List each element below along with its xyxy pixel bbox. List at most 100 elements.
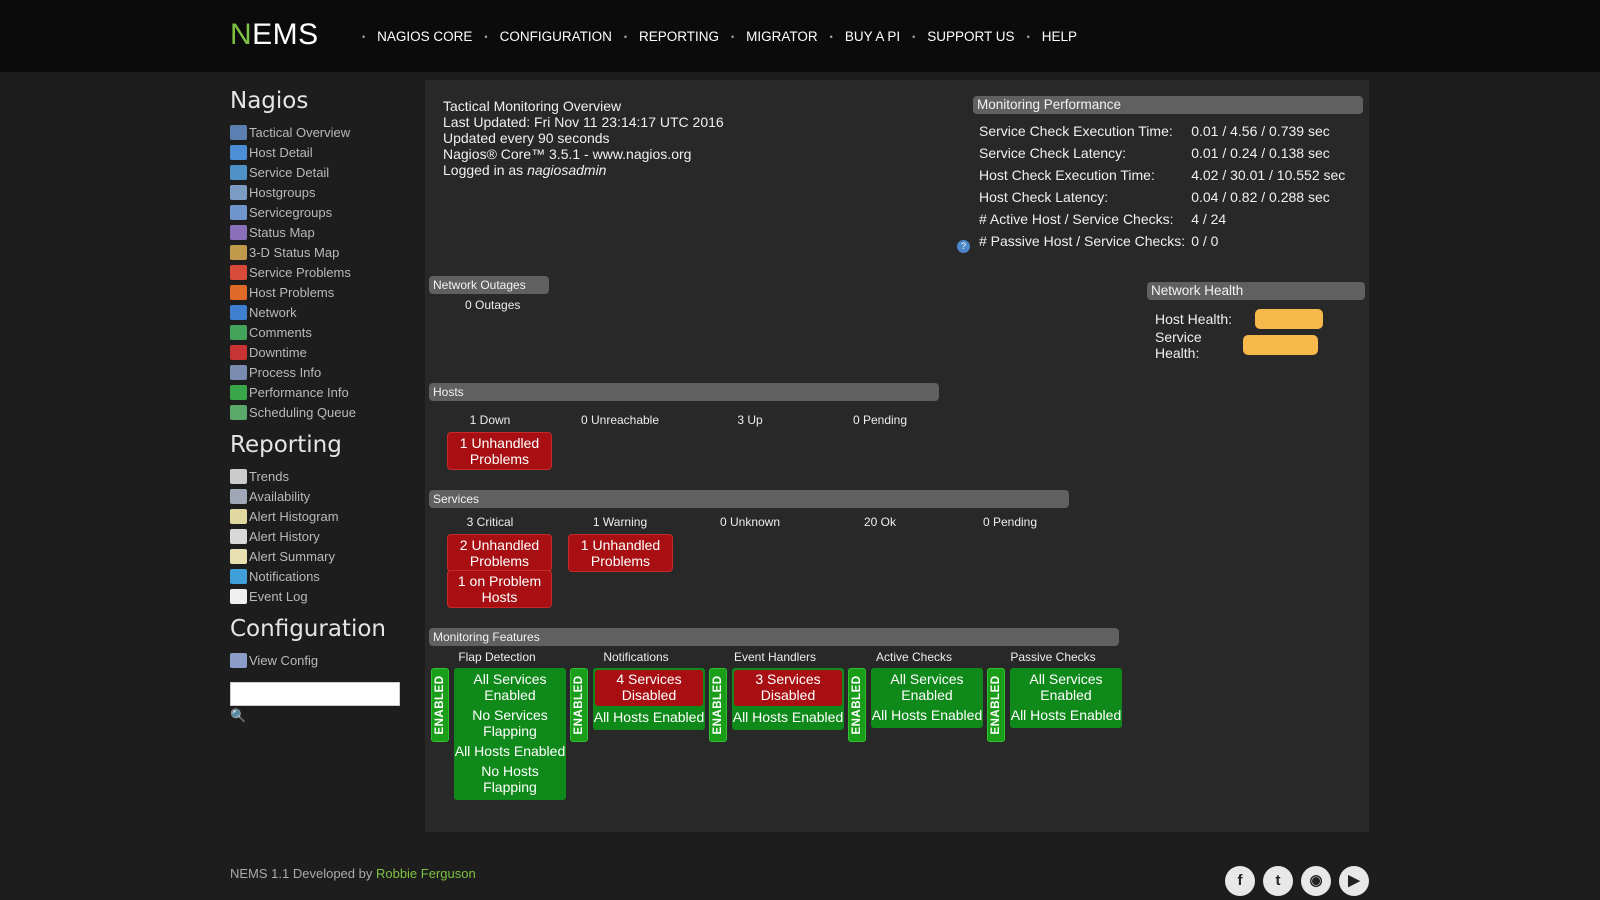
sidebar-item-network[interactable]: Network	[230, 302, 410, 322]
service-stat[interactable]: 1 Warning	[555, 515, 685, 529]
search-icon[interactable]: 🔍	[230, 708, 410, 724]
sidebar-item-label: Availability	[249, 488, 311, 504]
enabled-label: ENABLED	[712, 675, 724, 735]
sidebar-item-comments[interactable]: Comments	[230, 322, 410, 342]
footer-text: NEMS 1.1 Developed by	[230, 866, 376, 881]
feature-status-item[interactable]: All Hosts Enabled	[732, 708, 844, 728]
nav-configuration[interactable]: CONFIGURATION	[500, 29, 612, 44]
sidebar-item-host-detail[interactable]: Host Detail	[230, 142, 410, 162]
service-stat[interactable]: 0 Unknown	[685, 515, 815, 529]
sidebar-item-alert-summary[interactable]: Alert Summary	[230, 546, 410, 566]
hosts-header: Hosts	[429, 383, 939, 401]
performance-label: Service Check Execution Time:	[979, 123, 1173, 139]
sidebar-item-scheduling-queue[interactable]: Scheduling Queue	[230, 402, 410, 422]
sidebar-item-notifications[interactable]: Notifications	[230, 566, 410, 586]
sidebar-item-alert-histogram[interactable]: Alert Histogram	[230, 506, 410, 526]
sidebar-item-service-detail[interactable]: Service Detail	[230, 162, 410, 182]
feature-status-item[interactable]: All Hosts Enabled	[1010, 706, 1122, 726]
feature-title-event-handlers: Event Handlers	[733, 650, 817, 664]
feature-status-item[interactable]: All Services Enabled	[871, 670, 983, 706]
feature-title-passive-checks: Passive Checks	[1010, 650, 1096, 664]
feature-status-item[interactable]: 3 Services Disabled	[734, 670, 842, 706]
sidebar-item-service-problems[interactable]: Service Problems	[230, 262, 410, 282]
feature-enabled-toggle[interactable]: ENABLED	[709, 668, 727, 742]
service-stat[interactable]: 0 Pending	[945, 515, 1075, 529]
feature-status-item[interactable]: All Hosts Enabled	[871, 706, 983, 726]
sidebar-item-servicegroups[interactable]: Servicegroups	[230, 202, 410, 222]
host-unhandled-problems[interactable]: 1 Unhandled Problems	[447, 432, 552, 470]
sidebar-item-availability[interactable]: Availability	[230, 486, 410, 506]
critical-on-problem-hosts[interactable]: 1 on Problem Hosts	[447, 570, 552, 608]
performance-icon	[230, 384, 247, 400]
enabled-label: ENABLED	[434, 675, 446, 735]
sidebar-item-tactical-overview[interactable]: Tactical Overview	[230, 122, 410, 142]
sidebar-item-alert-history[interactable]: Alert History	[230, 526, 410, 546]
sidebar-item-host-problems[interactable]: Host Problems	[230, 282, 410, 302]
twitter-icon[interactable]: t	[1263, 866, 1293, 896]
nav-nagios-core[interactable]: NAGIOS CORE	[377, 29, 472, 44]
rss-icon[interactable]: ◉	[1301, 866, 1331, 896]
host-stat[interactable]: 3 Up	[685, 413, 815, 427]
sidebar-item-downtime[interactable]: Downtime	[230, 342, 410, 362]
map-icon	[230, 224, 247, 240]
nav-migrator[interactable]: MIGRATOR	[746, 29, 818, 44]
sidebar-item-status-map[interactable]: Status Map	[230, 222, 410, 242]
sidebar-item-3-d-status-map[interactable]: 3-D Status Map	[230, 242, 410, 262]
reporting-menu: Trends Availability Alert Histogram Alert H…	[230, 466, 410, 606]
feature-status-box: All Services Enabled No Services Flapping…	[454, 668, 566, 800]
nems-logo[interactable]: NEMS	[230, 18, 319, 52]
feature-status-item[interactable]: All Services Enabled	[454, 670, 566, 706]
sidebar-item-process-info[interactable]: Process Info	[230, 362, 410, 382]
config-icon	[230, 652, 247, 668]
feature-enabled-toggle[interactable]: ENABLED	[987, 668, 1005, 742]
help-icon[interactable]: ?	[957, 240, 970, 253]
update-interval: Updated every 90 seconds	[443, 130, 610, 146]
nagios-menu: Tactical Overview Host Detail Service Deta…	[230, 122, 410, 422]
sidebar-item-label: Alert Histogram	[249, 508, 339, 524]
service-health-bar[interactable]	[1243, 335, 1318, 355]
performance-row: # Active Host / Service Checks: 4 / 24	[979, 208, 1351, 230]
host-stat[interactable]: 0 Pending	[815, 413, 945, 427]
host-stat[interactable]: 1 Down	[425, 413, 555, 427]
performance-row: Host Check Latency: 0.04 / 0.82 / 0.288 s…	[979, 186, 1351, 208]
outages-count[interactable]: 0 Outages	[465, 298, 520, 312]
network-health-header: Network Health	[1147, 282, 1365, 300]
feature-status-item[interactable]: No Hosts Flapping	[454, 762, 566, 798]
sidebar-item-performance-info[interactable]: Performance Info	[230, 382, 410, 402]
sidebar-item-label: Process Info	[249, 364, 322, 380]
feature-status-item[interactable]: All Hosts Enabled	[593, 708, 705, 728]
feature-enabled-toggle[interactable]: ENABLED	[431, 668, 449, 742]
nav-reporting[interactable]: REPORTING	[639, 29, 719, 44]
sidebar-item-hostgroups[interactable]: Hostgroups	[230, 182, 410, 202]
sidebar-item-trends[interactable]: Trends	[230, 466, 410, 486]
summary-icon	[230, 548, 247, 564]
search-input[interactable]	[230, 682, 400, 706]
sidebar-item-label: Downtime	[249, 344, 307, 360]
host-health-bar[interactable]	[1255, 309, 1323, 329]
top-navigation: • NAGIOS CORE • CONFIGURATION • REPORTING • MIG…	[350, 29, 1077, 44]
sidebar-item-event-log[interactable]: Event Log	[230, 586, 410, 606]
feature-status-item[interactable]: All Hosts Enabled	[454, 742, 566, 762]
author-link[interactable]: Robbie Ferguson	[376, 866, 476, 881]
facebook-icon[interactable]: f	[1225, 866, 1255, 896]
sidebar-item-view-config[interactable]: View Config	[230, 650, 410, 670]
nav-help[interactable]: HELP	[1042, 29, 1077, 44]
nav-buy-a-pi[interactable]: BUY A PI	[845, 29, 900, 44]
computer-icon	[230, 144, 247, 160]
service-stat[interactable]: 3 Critical	[425, 515, 555, 529]
service-stat[interactable]: 20 Ok	[815, 515, 945, 529]
feature-status-item[interactable]: 4 Services Disabled	[595, 670, 703, 706]
feature-status-box: 3 Services Disabled All Hosts Enabled	[732, 668, 844, 730]
feature-enabled-toggle[interactable]: ENABLED	[848, 668, 866, 742]
sidebar-item-label: Service Problems	[249, 264, 351, 280]
performance-label: Service Check Latency:	[979, 145, 1127, 161]
host-stat[interactable]: 0 Unreachable	[555, 413, 685, 427]
feature-status-item[interactable]: No Services Flapping	[454, 706, 566, 742]
warning-unhandled-problems[interactable]: 1 Unhandled Problems	[568, 534, 673, 572]
feature-enabled-toggle[interactable]: ENABLED	[570, 668, 588, 742]
nav-support-us[interactable]: SUPPORT US	[927, 29, 1014, 44]
youtube-icon[interactable]: ▶	[1339, 866, 1369, 896]
feature-title-notifications: Notifications	[603, 650, 669, 664]
feature-status-item[interactable]: All Services Enabled	[1010, 670, 1122, 706]
critical-unhandled-problems[interactable]: 2 Unhandled Problems	[447, 534, 552, 572]
